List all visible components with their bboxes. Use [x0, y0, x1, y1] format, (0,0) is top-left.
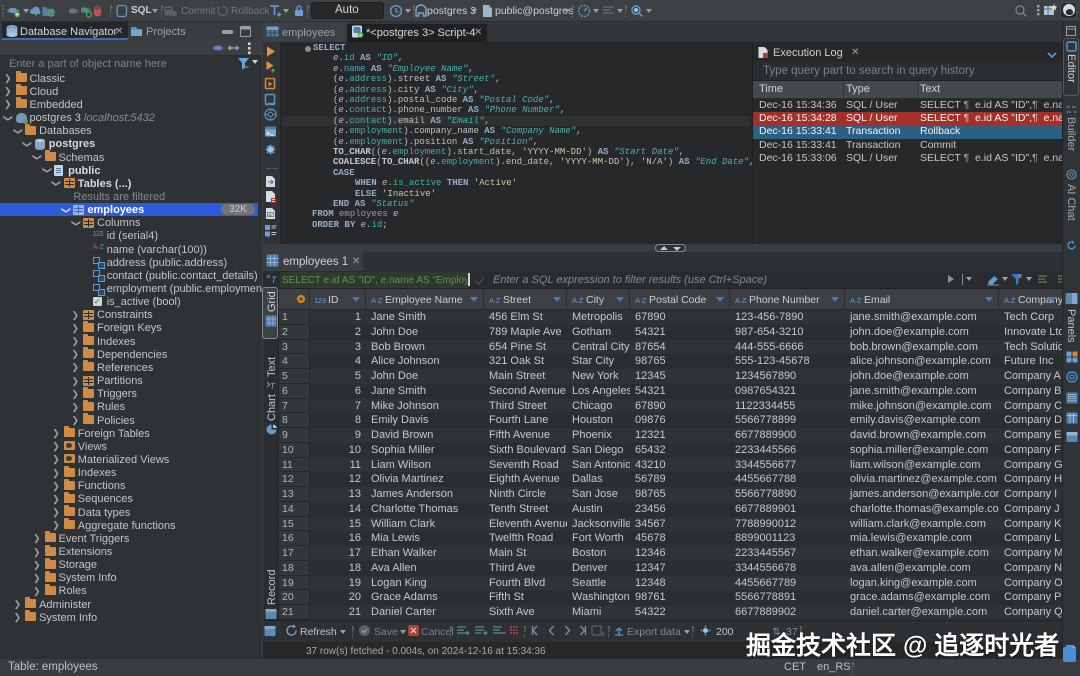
svg-text:T: T: [271, 275, 278, 285]
svg-text:db: db: [268, 213, 272, 217]
svg-text:T: T: [270, 382, 276, 391]
